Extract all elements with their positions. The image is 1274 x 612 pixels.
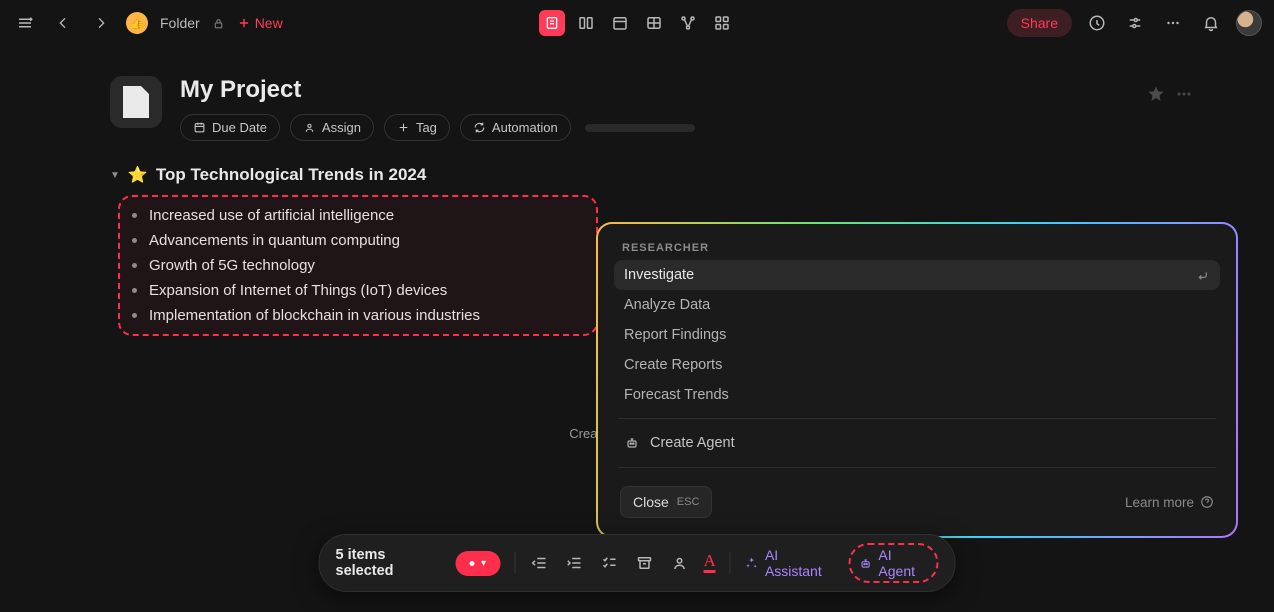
star-emoji-icon: ⭐ [128, 165, 148, 185]
ai-separator [618, 418, 1216, 419]
tag-chip[interactable]: Tag [384, 114, 450, 141]
bullet-text: Implementation of blockchain in various … [149, 307, 480, 324]
automation-chip[interactable]: Automation [460, 114, 571, 141]
selection-toolbar: 5 items selected ▾ A AI Assistant AI Age… [319, 534, 956, 592]
section-heading[interactable]: ▼ ⭐ Top Technological Trends in 2024 [110, 165, 1194, 185]
ai-action-label: Forecast Trends [624, 387, 729, 403]
close-button[interactable]: Close ESC [620, 486, 712, 518]
learn-more-link[interactable]: Learn more [1125, 495, 1214, 510]
text-color-icon[interactable]: A [704, 554, 716, 573]
enter-key-icon [1195, 268, 1210, 283]
ai-assistant-label: AI Assistant [765, 547, 834, 579]
ai-agent-popup: RESEARCHER Investigate Analyze Data Report… [596, 222, 1238, 538]
activity-icon[interactable] [1084, 10, 1110, 36]
view-apps-icon[interactable] [709, 10, 735, 36]
due-date-chip[interactable]: Due Date [180, 114, 280, 141]
close-label: Close [633, 494, 669, 510]
tag-label: Tag [416, 120, 437, 135]
doc-type-icon[interactable] [110, 76, 162, 128]
selection-count: 5 items selected [336, 547, 442, 579]
ai-action-item[interactable]: Investigate [614, 260, 1220, 290]
bullet-dot-icon [132, 213, 137, 218]
bullet-dot-icon [132, 263, 137, 268]
new-button[interactable]: New [237, 15, 283, 31]
ai-separator [618, 467, 1216, 468]
view-calendar-icon[interactable] [607, 10, 633, 36]
view-table-icon[interactable] [641, 10, 667, 36]
create-agent-button[interactable]: Create Agent [614, 427, 1220, 459]
bullet-text: Increased use of artificial intelligence [149, 207, 394, 224]
notifications-icon[interactable] [1198, 10, 1224, 36]
new-button-label: New [255, 15, 283, 31]
bullet-text: Advancements in quantum computing [149, 232, 400, 249]
indent-icon[interactable] [564, 552, 585, 574]
view-split-icon[interactable] [573, 10, 599, 36]
ai-action-label: Investigate [624, 267, 694, 283]
turn-into-button[interactable]: ▾ [456, 551, 500, 576]
bullet-dot-icon [132, 313, 137, 318]
view-doc-icon[interactable] [539, 10, 565, 36]
ai-action-label: Report Findings [624, 327, 726, 343]
outdent-icon[interactable] [529, 552, 550, 574]
share-button[interactable]: Share [1007, 9, 1072, 37]
checklist-icon[interactable] [599, 552, 620, 574]
ai-action-item[interactable]: Forecast Trends [614, 380, 1220, 410]
ai-action-item[interactable]: Analyze Data [614, 290, 1220, 320]
ai-action-label: Analyze Data [624, 297, 710, 313]
topbar: 👍 Folder New Share [0, 0, 1274, 46]
favorite-star-icon[interactable] [1146, 84, 1166, 104]
folder-avatar-icon[interactable]: 👍 [126, 12, 148, 34]
settings-sliders-icon[interactable] [1122, 10, 1148, 36]
ai-action-label: Create Reports [624, 357, 722, 373]
due-date-label: Due Date [212, 120, 267, 135]
ai-action-item[interactable]: Create Reports [614, 350, 1220, 380]
assign-label: Assign [322, 120, 361, 135]
doc-title[interactable]: My Project [180, 76, 695, 104]
ai-assistant-button[interactable]: AI Assistant [745, 547, 834, 579]
ai-agent-label: AI Agent [878, 547, 928, 579]
forward-icon[interactable] [88, 10, 114, 36]
assignee-icon[interactable] [669, 552, 690, 574]
assign-chip[interactable]: Assign [290, 114, 374, 141]
bullet-text: Growth of 5G technology [149, 257, 315, 274]
bullet-text: Expansion of Internet of Things (IoT) de… [149, 282, 447, 299]
doc-more-icon[interactable] [1174, 84, 1194, 104]
bullet-dot-icon [132, 288, 137, 293]
automation-label: Automation [492, 120, 558, 135]
close-shortcut: ESC [677, 496, 700, 508]
ai-category-label: RESEARCHER [614, 238, 1220, 260]
user-avatar[interactable] [1236, 10, 1262, 36]
view-relations-icon[interactable] [675, 10, 701, 36]
sidebar-toggle-icon[interactable] [12, 10, 38, 36]
back-icon[interactable] [50, 10, 76, 36]
ai-action-item[interactable]: Report Findings [614, 320, 1220, 350]
section-heading-text: Top Technological Trends in 2024 [156, 165, 426, 185]
bullet-dot-icon [132, 238, 137, 243]
ai-agent-button[interactable]: AI Agent [848, 543, 938, 583]
archive-icon[interactable] [634, 552, 655, 574]
collapse-caret-icon[interactable]: ▼ [110, 170, 120, 181]
lock-icon [212, 17, 225, 30]
create-agent-label: Create Agent [650, 435, 735, 451]
meta-placeholder [585, 124, 695, 132]
more-icon[interactable] [1160, 10, 1186, 36]
breadcrumb-folder[interactable]: Folder [160, 15, 200, 31]
